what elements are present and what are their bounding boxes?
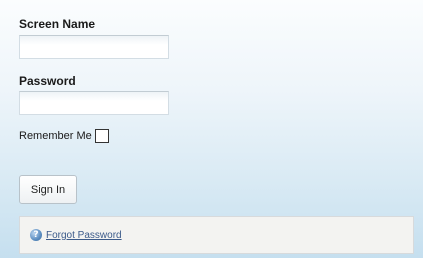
sign-in-button[interactable]: Sign In xyxy=(19,175,77,204)
remember-me-row: Remember Me xyxy=(19,128,109,143)
remember-me-checkbox[interactable] xyxy=(94,129,109,143)
login-panel: Screen Name Password Remember Me Sign In… xyxy=(0,0,423,258)
screen-name-input[interactable] xyxy=(19,35,169,59)
forgot-password-link[interactable]: Forgot Password xyxy=(46,230,122,241)
sign-in-label: Sign In xyxy=(30,183,66,196)
help-icon: ? xyxy=(30,229,42,241)
remember-me-label: Remember Me xyxy=(19,129,92,142)
screen-name-label: Screen Name xyxy=(19,17,96,31)
forgot-password-box: ? Forgot Password xyxy=(19,216,414,254)
password-input[interactable] xyxy=(19,91,169,115)
password-label: Password xyxy=(19,74,76,88)
